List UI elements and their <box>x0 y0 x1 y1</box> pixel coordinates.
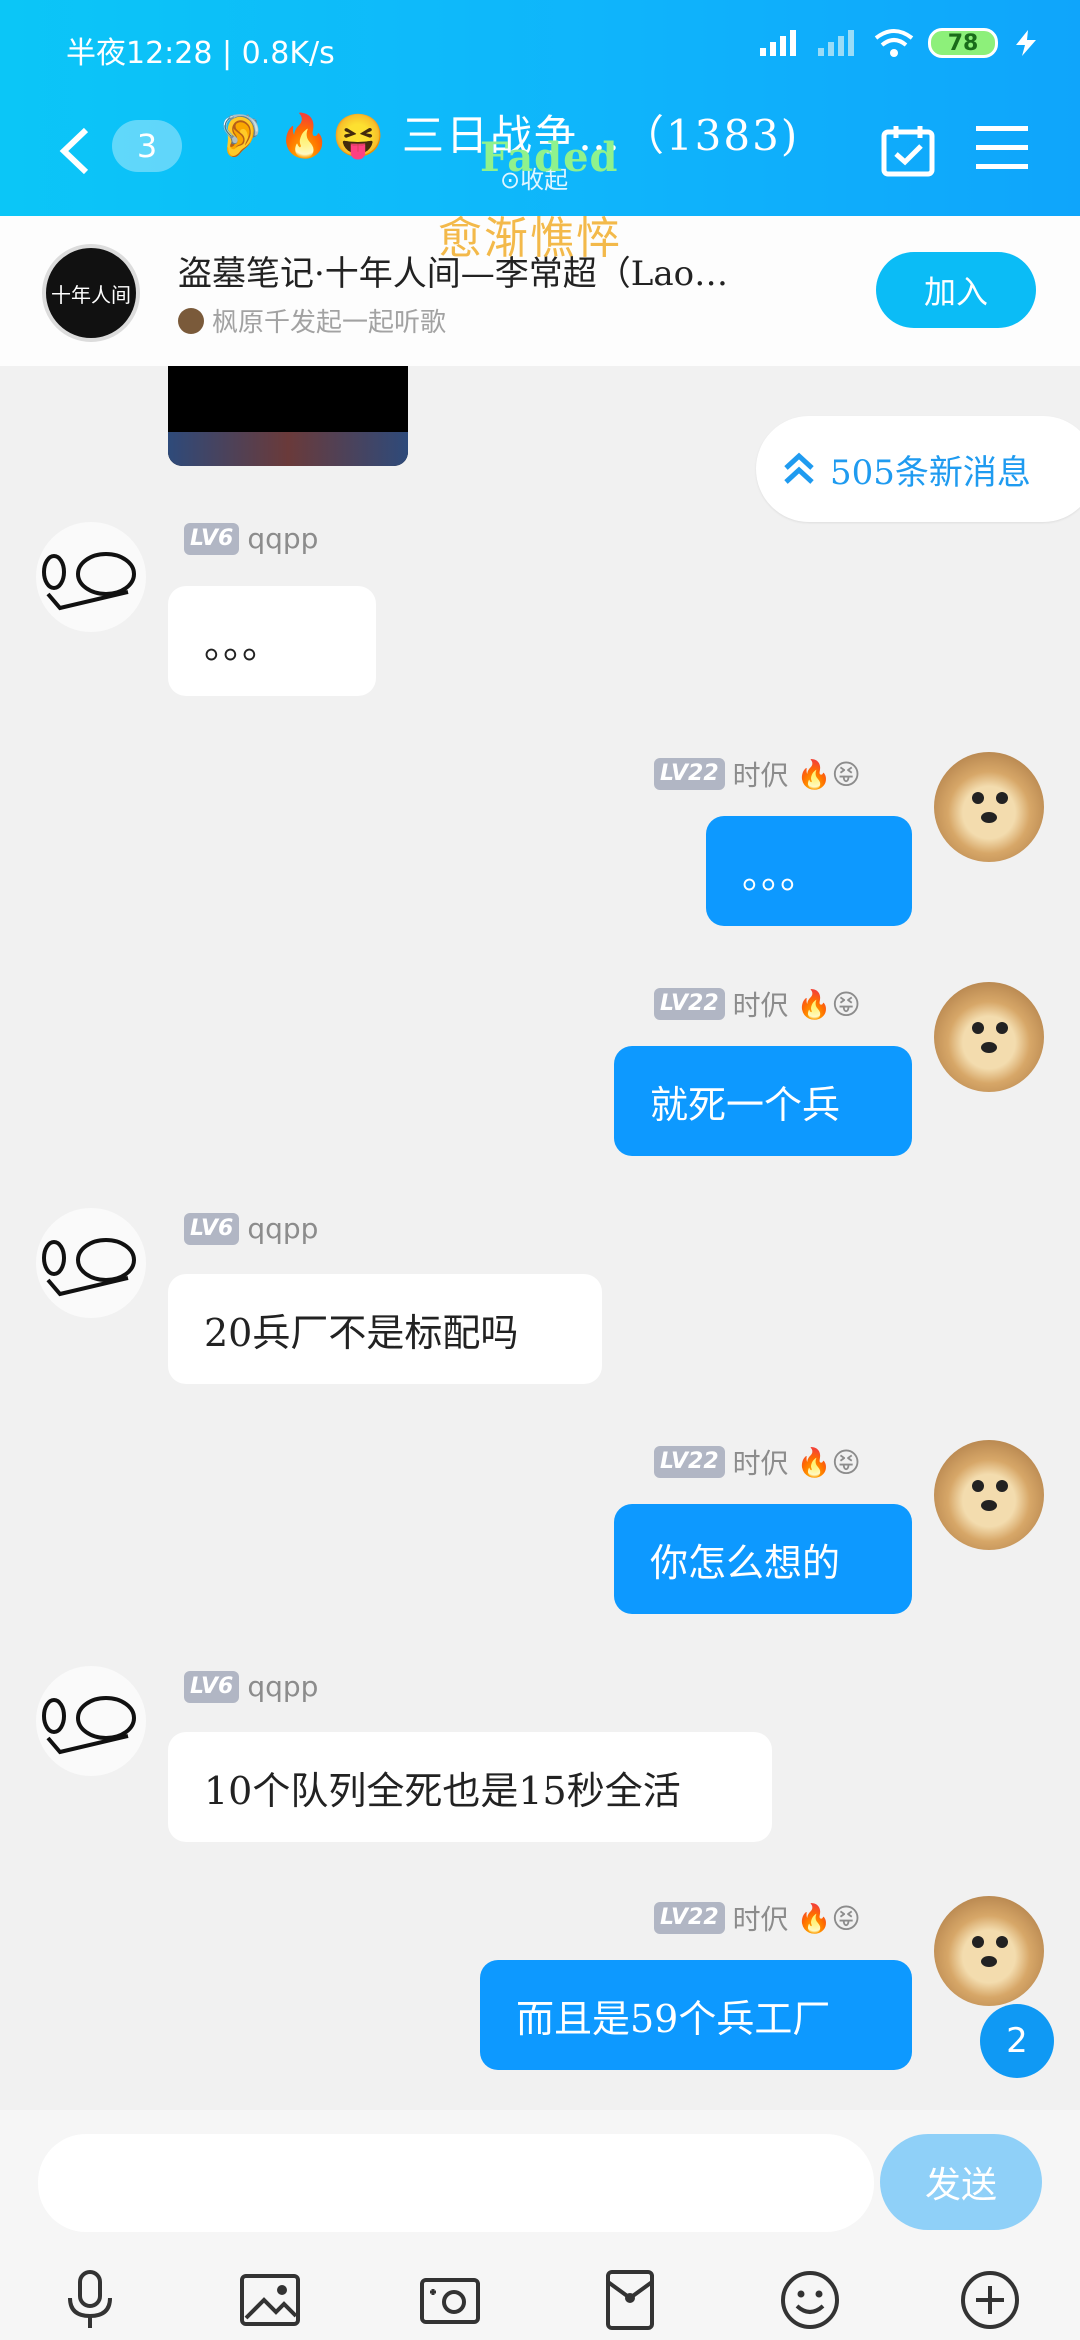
qqpp-avatar-icon <box>42 1238 136 1297</box>
message-bubble[interactable]: 。。。 <box>168 586 376 696</box>
battery-icon: 78 <box>928 28 998 58</box>
unread-count-bubble[interactable]: 2 <box>980 2004 1054 2078</box>
avatar[interactable] <box>36 1666 146 1776</box>
message-input[interactable] <box>38 2134 874 2232</box>
sender-meta: LV22 时伬 🔥😝 <box>654 754 861 794</box>
chat-header: 3 🦻 🔥😝 三日战争…（1383) ⊙收起 Faded <box>0 96 1080 206</box>
qqpp-avatar-icon <box>42 552 136 611</box>
message-bubble[interactable]: 10个队列全死也是15秒全活 <box>168 1732 772 1842</box>
toolbar <box>0 2250 1080 2340</box>
status-icons: 78 <box>758 28 1040 58</box>
ear-icon[interactable]: 🦻 <box>216 112 266 159</box>
qqpp-avatar-icon <box>42 1696 136 1755</box>
top-bar: 半夜12:28 | 0.8K/s 78 3 🦻 🔥😝 三日战争…（1383) ⊙… <box>0 0 1080 216</box>
avatar[interactable] <box>934 982 1044 1092</box>
send-button[interactable]: 发送 <box>880 2134 1042 2230</box>
back-icon[interactable] <box>56 126 92 176</box>
avatar[interactable] <box>36 1208 146 1318</box>
previous-media-message[interactable] <box>168 366 408 466</box>
avatar[interactable] <box>934 1896 1044 2006</box>
sender-meta: LV6 qqpp <box>184 1670 318 1703</box>
sender-meta: LV22 时伬 🔥😝 <box>654 984 861 1024</box>
avatar[interactable] <box>934 1440 1044 1550</box>
overlay-faded-text: Faded <box>480 134 619 181</box>
image-icon[interactable] <box>238 2268 302 2332</box>
sender-meta: LV6 qqpp <box>184 1212 318 1245</box>
avatar[interactable] <box>934 752 1044 862</box>
charging-icon <box>1016 30 1036 56</box>
mic-icon[interactable] <box>58 2268 122 2332</box>
message-bubble[interactable]: 20兵厂不是标配吗 <box>168 1274 602 1384</box>
camera-icon[interactable] <box>418 2268 482 2332</box>
wifi-icon <box>874 29 914 57</box>
message-bubble[interactable]: 。。。 <box>706 816 912 926</box>
status-bar: 半夜12:28 | 0.8K/s 78 <box>0 22 1080 78</box>
album-cover: 十年人间 <box>42 244 140 342</box>
red-packet-icon[interactable] <box>598 2268 662 2332</box>
status-time: 半夜12:28 | 0.8K/s <box>66 36 335 71</box>
signal-icon <box>760 30 796 56</box>
message-bubble[interactable]: 就死一个兵 <box>614 1046 912 1156</box>
menu-icon[interactable] <box>976 124 1028 172</box>
sender-meta: LV22 时伬 🔥😝 <box>654 1442 861 1482</box>
message-bubble[interactable]: 你怎么想的 <box>614 1504 912 1614</box>
new-messages-button[interactable]: 505条新消息 <box>756 416 1080 522</box>
overlay-yujian-text: 愈渐憔悴 <box>438 213 622 264</box>
double-chevron-up-icon <box>784 452 814 484</box>
song-subtitle: 枫原千发起一起听歌 <box>178 302 446 339</box>
unread-count-badge[interactable]: 3 <box>112 120 182 172</box>
sender-meta: LV22 时伬 🔥😝 <box>654 1898 861 1938</box>
message-list[interactable]: 505条新消息 LV6 qqpp 。。。 LV22 时伬 🔥😝 。。。 LV22… <box>0 366 1080 2110</box>
initiator-avatar <box>178 307 204 334</box>
sender-meta: LV6 qqpp <box>184 522 318 555</box>
emoji-icon[interactable] <box>778 2268 842 2332</box>
message-bubble[interactable]: 而且是59个兵工厂 <box>480 1960 912 2070</box>
calendar-check-icon[interactable] <box>880 122 936 178</box>
plus-icon[interactable] <box>958 2268 1022 2332</box>
join-button[interactable]: 加入 <box>876 252 1036 328</box>
input-bar: 发送 <box>0 2110 1080 2340</box>
avatar[interactable] <box>36 522 146 632</box>
signal-weak-icon <box>818 30 854 56</box>
